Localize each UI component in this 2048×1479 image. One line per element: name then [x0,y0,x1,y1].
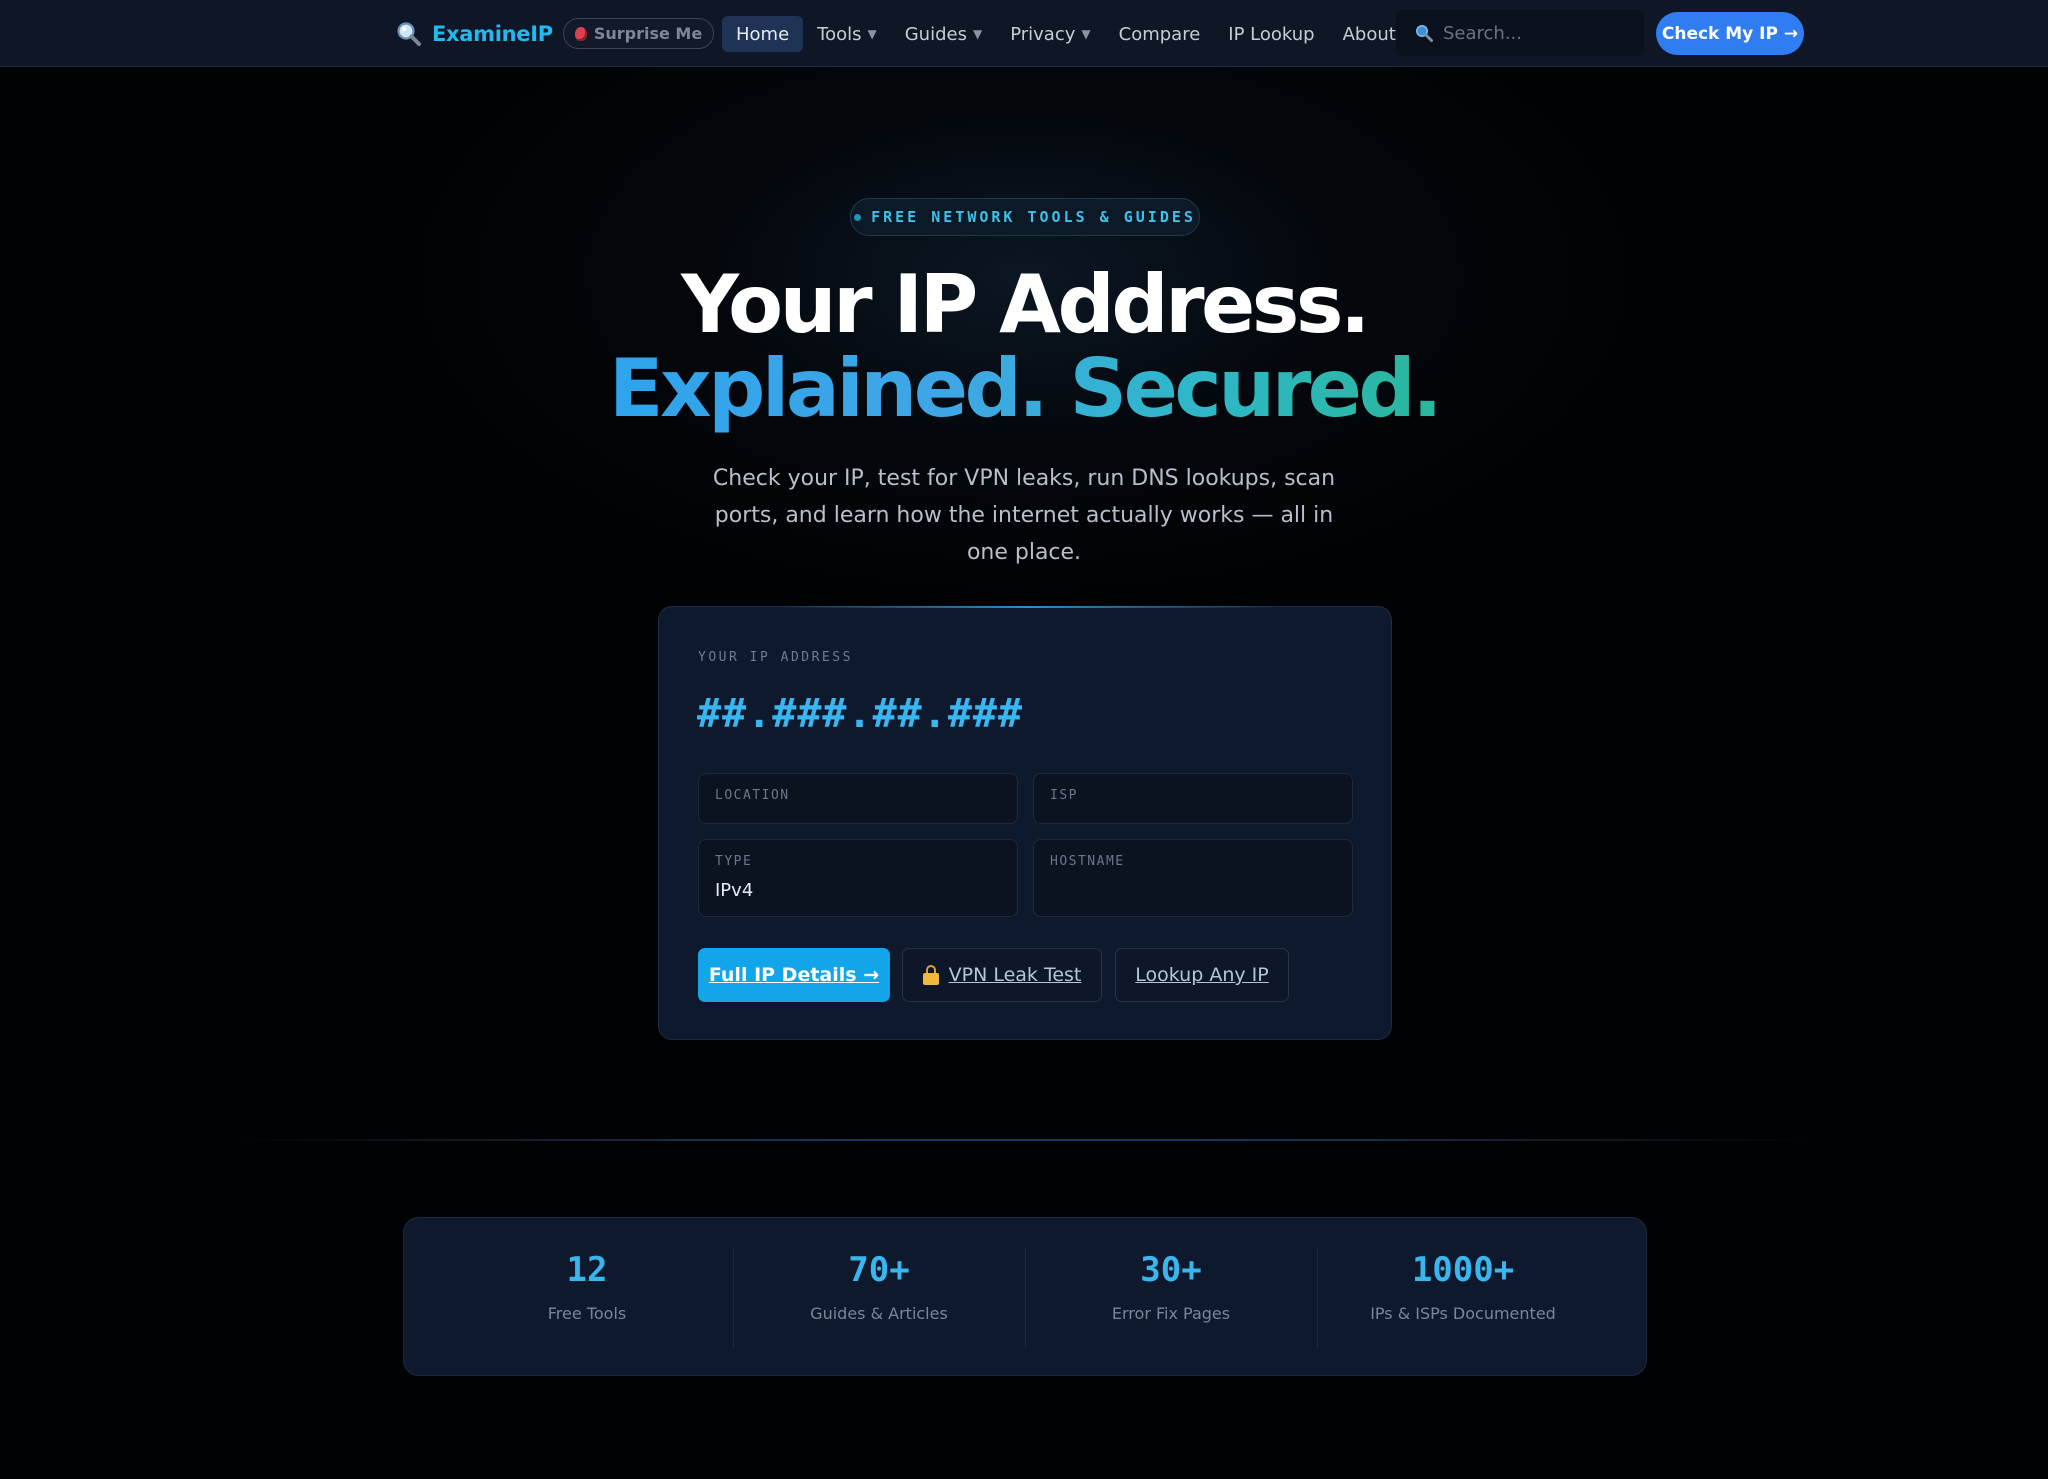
nav-link-ip-lookup[interactable]: IP Lookup [1214,16,1328,52]
nav-link-label: IP Lookup [1228,23,1315,45]
search-box[interactable] [1396,10,1644,56]
search-icon [1416,25,1433,42]
surprise-me-button[interactable]: Surprise Me [563,18,714,49]
chevron-down-icon: ▼ [1081,27,1091,41]
stat-label: IPs & ISPs Documented [1370,1304,1556,1323]
search-input[interactable] [1443,22,1633,44]
hero-title-line2: Explained. Secured. [0,342,2048,435]
stat-value: 12 [566,1250,608,1290]
type-label: TYPE [715,854,753,869]
type-value: IPv4 [715,880,754,901]
nav-link-guides[interactable]: Guides ▼ [891,16,996,52]
ip-address-label: YOUR IP ADDRESS [698,650,853,665]
stat-value: 70+ [848,1250,910,1290]
isp-field: ISP [1033,773,1353,824]
stat-value: 1000+ [1411,1250,1515,1290]
nav-link-label: Compare [1118,23,1201,45]
lock-icon [922,965,939,985]
hostname-field: HOSTNAME [1033,839,1353,917]
stats-panel: 12 Free Tools 70+ Guides & Articles 30+ … [403,1217,1647,1376]
stat-item: 70+ Guides & Articles [733,1248,1025,1348]
nav-link-label: Privacy [1010,23,1076,45]
section-divider [238,1139,1810,1141]
surprise-me-label: Surprise Me [593,24,703,43]
location-label: LOCATION [715,788,790,803]
hero-title-gradient: Explained. Secured. [608,342,1443,435]
hostname-label: HOSTNAME [1050,854,1125,869]
nav-link-tools[interactable]: Tools ▼ [803,16,891,52]
isp-label: ISP [1050,788,1078,803]
stat-value: 30+ [1140,1250,1202,1290]
vpn-leak-test-button[interactable]: VPN Leak Test [902,948,1102,1002]
nav-link-privacy[interactable]: Privacy ▼ [996,16,1104,52]
stat-label: Free Tools [547,1304,627,1323]
ip-address-card: YOUR IP ADDRESS ##.###.##.### LOCATION I… [658,606,1392,1040]
hero-subtitle: Check your IP, test for VPN leaks, run D… [712,466,1336,565]
badge-dot [854,213,862,221]
card-accent-line [779,606,1279,608]
chevron-down-icon: ▼ [867,27,877,41]
hero-badge: FREE NETWORK TOOLS & GUIDES [850,198,1200,236]
top-navbar: ExamineIP Surprise Me Home Tools ▼ Guide… [0,0,2048,67]
nav-link-home[interactable]: Home [722,16,804,52]
stat-label: Error Fix Pages [1111,1304,1231,1323]
nav-link-label: Guides [904,23,967,45]
nav-links: Home Tools ▼ Guides ▼ Privacy ▼ Compare … [722,16,1410,52]
nav-link-compare[interactable]: Compare [1105,16,1215,52]
check-my-ip-button[interactable]: Check My IP → [1656,12,1804,55]
site-logo[interactable]: ExamineIP [396,16,553,52]
vpn-leak-test-label: VPN Leak Test [948,964,1082,986]
nav-link-label: Home [736,23,790,45]
stat-item: 1000+ IPs & ISPs Documented [1317,1248,1609,1348]
hero-title-line1: Your IP Address. [681,258,1370,351]
chevron-down-icon: ▼ [972,27,983,41]
ip-address-value: ##.###.##.### [697,691,1024,737]
nav-link-label: About [1342,23,1396,45]
location-field: LOCATION [698,773,1018,824]
nav-link-label: Tools [817,23,862,45]
dice-icon [574,26,587,41]
full-ip-details-button[interactable]: Full IP Details → [698,948,890,1002]
stat-item: 12 Free Tools [441,1248,733,1348]
magnifier-logo-icon [397,22,421,46]
stat-item: 30+ Error Fix Pages [1025,1248,1317,1348]
type-field: TYPE IPv4 [698,839,1018,917]
logo-text: ExamineIP [432,22,553,46]
badge-text: FREE NETWORK TOOLS & GUIDES [871,208,1196,226]
lookup-any-ip-button[interactable]: Lookup Any IP [1115,948,1289,1002]
stat-label: Guides & Articles [810,1304,948,1323]
